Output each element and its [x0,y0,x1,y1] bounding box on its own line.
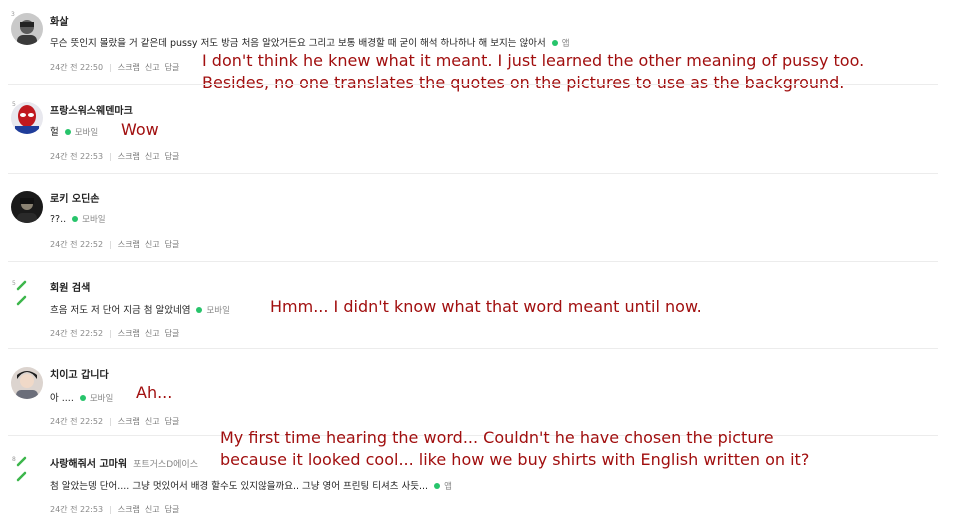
reply-button[interactable]: 답글 [165,417,180,426]
comment-meta: 24간 전 22:52 | 스크랩 신고 답글 [50,239,184,250]
comment-source: 모바일 [206,306,230,316]
online-dot-icon [196,306,203,313]
avatar[interactable] [11,13,43,45]
comment-time: 24간 전 22:52 [50,329,104,338]
comment-author[interactable]: 로키 오딘손 [50,190,99,205]
translation-line: My first time hearing the word... Couldn… [220,428,774,447]
comment-time: 24간 전 22:53 [50,152,104,161]
nickname[interactable]: 프랑스워스웨덴마크 [50,106,133,117]
comment-source: 앱 [444,482,452,492]
reply-button[interactable]: 답글 [165,505,180,514]
translation-line: Hmm... I didn't know what that word mean… [270,297,702,316]
reply-button[interactable]: 답글 [165,240,180,249]
comment-author[interactable]: 치이고 갑니다 [50,366,109,381]
translation-overlay: Ah... [136,382,172,404]
report-button[interactable]: 신고 [145,417,160,426]
comment-body: 아 .... [50,393,74,404]
comment-time: 24간 전 22:50 [50,63,104,72]
comment-author[interactable]: 사랑해줘서 고마워 포트거스D에이스 [50,455,198,470]
report-button[interactable]: 신고 [145,329,160,338]
translation-line: I don't think he knew what it meant. I j… [202,51,865,70]
online-dot-icon [72,215,79,222]
scrap-button[interactable]: 스크랩 [118,417,140,426]
separator: | [109,329,112,338]
level-badge: 3 [11,11,15,18]
nickname[interactable]: 로키 오딘손 [50,194,99,205]
nickname-alias: 포트거스D에이스 [133,460,198,470]
comment-body: 무슨 뜻인지 몰랐을 거 같은데 pussy 저도 방금 처음 알았거든요 그리… [50,38,546,49]
comment-time: 24간 전 22:52 [50,240,104,249]
report-button[interactable]: 신고 [145,505,160,514]
nickname[interactable]: 사랑해줘서 고마워 [50,459,127,470]
divider [8,348,938,349]
comment-source: 앱 [561,39,570,49]
comment-time: 24간 전 22:52 [50,417,104,426]
separator: | [109,505,112,514]
comment-text: ??.. 모바일 [50,213,106,225]
online-dot-icon [64,128,71,135]
report-button[interactable]: 신고 [145,240,160,249]
translation-overlay: Wow [121,119,159,141]
separator: | [109,240,112,249]
comment-author[interactable]: 프랑스워스웨덴마크 [50,102,133,117]
comment-meta: 24간 전 22:52 | 스크랩 신고 답글 [50,416,184,427]
report-button[interactable]: 신고 [145,152,160,161]
divider [8,84,938,85]
separator: | [109,417,112,426]
reply-button[interactable]: 답글 [165,63,180,72]
scrap-button[interactable]: 스크랩 [118,63,140,72]
scrap-button[interactable]: 스크랩 [118,329,140,338]
nickname[interactable]: 회원 검색 [50,283,90,294]
translation-line: Besides, no one translates the quotes on… [202,73,845,92]
scrap-button[interactable]: 스크랩 [118,240,140,249]
comment-source: 모바일 [89,394,114,404]
translation-line: because it looked cool... like how we bu… [220,450,810,469]
nickname[interactable]: 치이고 갑니다 [50,370,109,381]
scrap-button[interactable]: 스크랩 [118,152,140,161]
pencil-avatar-icon[interactable] [14,280,34,306]
comment-meta: 24간 전 22:50 | 스크랩 신고 답글 [50,62,184,73]
comment-text: 아 .... 모바일 [50,390,113,404]
translation-line: Wow [121,120,159,139]
comment-time: 24간 전 22:53 [50,505,104,514]
reply-button[interactable]: 답글 [165,152,180,161]
divider [8,173,938,174]
comment-author[interactable]: 화살 [50,13,68,28]
comment-meta: 24간 전 22:52 | 스크랩 신고 답글 [50,328,184,339]
comment-body: ??.. [50,214,67,225]
divider [8,261,938,262]
comment-meta: 24간 전 22:53 | 스크랩 신고 답글 [50,504,184,515]
avatar[interactable] [11,367,43,399]
comment-author[interactable]: 회원 검색 [50,279,90,294]
translation-overlay: Hmm... I didn't know what that word mean… [270,296,702,318]
report-button[interactable]: 신고 [145,63,160,72]
online-dot-icon [551,39,558,46]
comment-source: 모바일 [82,215,106,225]
nickname[interactable]: 화살 [50,17,68,28]
comment-text: 첨 알았는뎅 단어.... 그냥 멋있어서 배경 할수도 있지않을까요.. 그냥… [50,478,452,492]
translation-overlay: I don't think he knew what it meant. I j… [202,50,864,94]
comment-body: 흐음 저도 저 단어 지금 첨 알았네염 [50,305,191,316]
translation-line: Ah... [136,383,173,402]
avatar[interactable] [11,191,43,223]
scrap-button[interactable]: 스크랩 [118,505,140,514]
online-dot-icon [79,394,86,401]
translation-overlay: My first time hearing the word... Couldn… [220,427,809,471]
avatar[interactable] [11,102,43,134]
online-dot-icon [434,482,441,489]
separator: | [109,152,112,161]
comment-meta: 24간 전 22:53 | 스크랩 신고 답글 [50,151,184,162]
comment-source: 모바일 [74,128,99,138]
separator: | [109,63,112,72]
comment-text: 헐 모바일 [50,124,98,138]
comment-text: 흐음 저도 저 단어 지금 첨 알았네염 모바일 [50,302,230,316]
reply-button[interactable]: 답글 [165,329,180,338]
comment-text: 무슨 뜻인지 몰랐을 거 같은데 pussy 저도 방금 처음 알았거든요 그리… [50,35,570,49]
comment-body: 첨 알았는뎅 단어.... 그냥 멋있어서 배경 할수도 있지않을까요.. 그냥… [50,481,429,492]
comment-body: 헐 [50,127,59,138]
pencil-avatar-icon[interactable] [14,456,34,482]
